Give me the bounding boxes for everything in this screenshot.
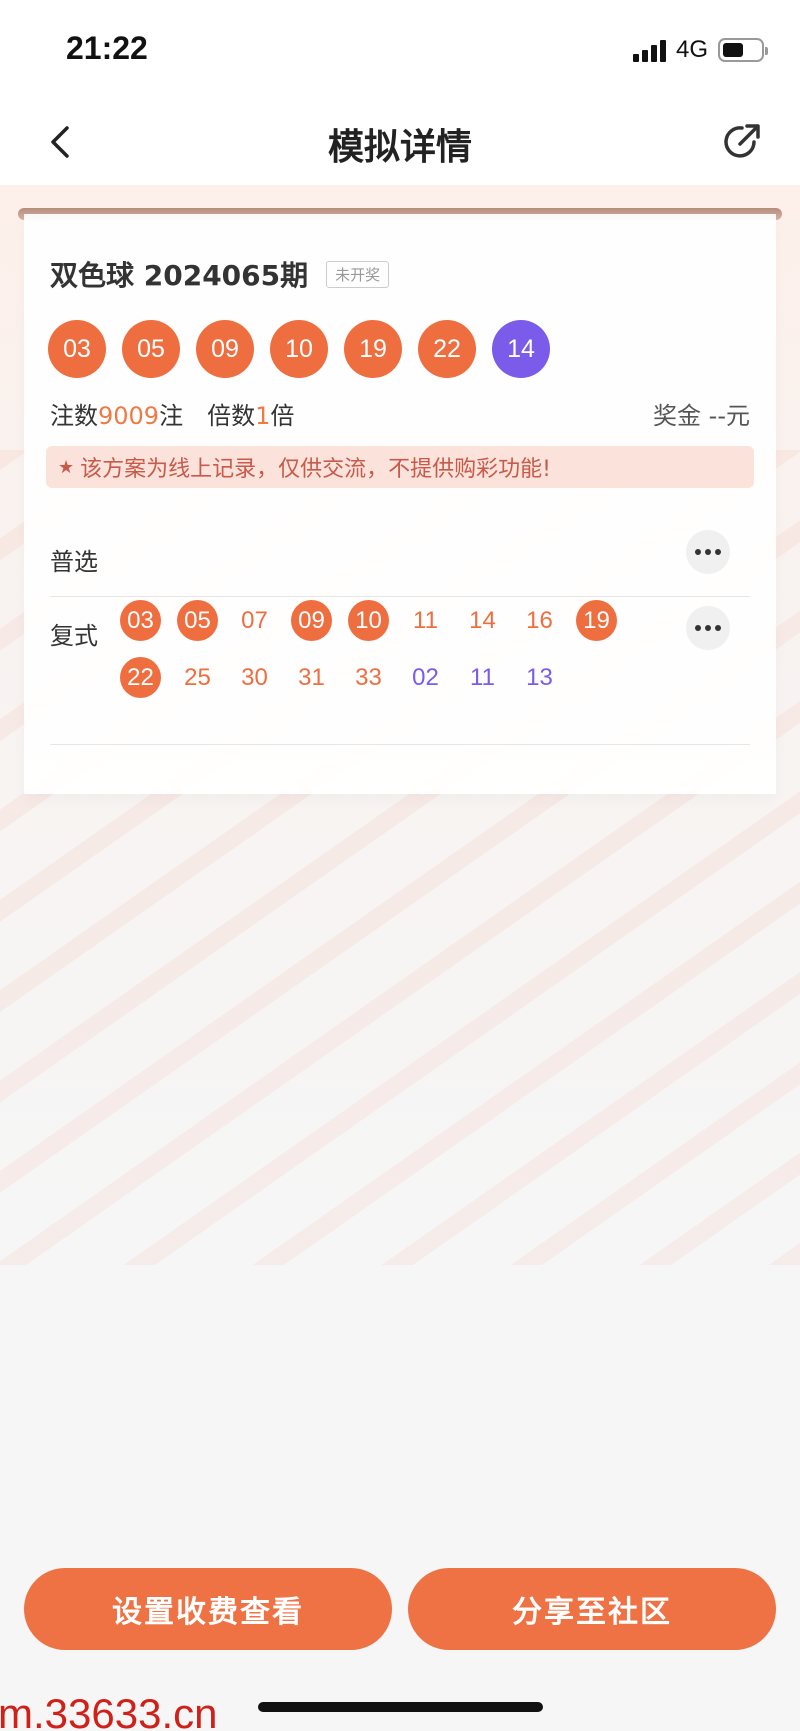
hit-number: 03 bbox=[120, 600, 161, 641]
bets-unit: 注 bbox=[159, 402, 184, 430]
blue-number: 13 bbox=[526, 663, 553, 691]
lottery-issue: 双色球 2024065期 bbox=[50, 259, 309, 292]
compound-more-button[interactable] bbox=[686, 606, 730, 650]
status-badge: 未开奖 bbox=[326, 260, 390, 288]
hit-number: 05 bbox=[177, 600, 218, 641]
red-number: 07 bbox=[241, 606, 268, 634]
home-indicator bbox=[258, 1702, 543, 1712]
share-community-button[interactable]: 分享至社区 bbox=[408, 1568, 776, 1650]
site-watermark: m.33633.cn bbox=[0, 1690, 218, 1731]
signal-icon bbox=[632, 38, 666, 62]
nav-bar: 模拟详情 bbox=[0, 100, 800, 185]
compound-label: 复式 bbox=[50, 622, 98, 650]
result-balls: 03 05 09 10 19 22 14 bbox=[48, 320, 550, 378]
red-number: 30 bbox=[241, 663, 268, 691]
ticket-header: 双色球 2024065期 未开奖 bbox=[50, 254, 390, 294]
bets-label: 注数 bbox=[50, 402, 98, 430]
status-time: 21:22 bbox=[66, 30, 148, 66]
blue-ball: 14 bbox=[492, 320, 550, 378]
multiple-label: 倍数 bbox=[207, 402, 256, 430]
bottom-actions: 设置收费查看 分享至社区 bbox=[24, 1568, 776, 1650]
set-fee-button[interactable]: 设置收费查看 bbox=[24, 1568, 392, 1650]
notice-bar: ★ 该方案为线上记录，仅供交流，不提供购彩功能! bbox=[46, 446, 754, 488]
status-indicators: 4G bbox=[632, 36, 768, 64]
divider bbox=[50, 596, 750, 597]
red-ball: 19 bbox=[344, 320, 402, 378]
red-number: 33 bbox=[355, 663, 382, 691]
hit-number: 09 bbox=[291, 600, 332, 641]
red-ball: 09 bbox=[196, 320, 254, 378]
bets-value: 9009 bbox=[98, 402, 160, 430]
red-ball: 10 bbox=[270, 320, 328, 378]
divider bbox=[50, 744, 750, 745]
multiple-unit: 倍 bbox=[270, 402, 295, 430]
bet-info: 注数9009注 倍数1倍 bbox=[50, 396, 294, 431]
status-bar: 21:22 4G bbox=[0, 0, 800, 100]
page-title: 模拟详情 bbox=[327, 127, 472, 168]
red-ball: 03 bbox=[48, 320, 106, 378]
prize-amount: 奖金 --元 bbox=[653, 402, 750, 430]
red-ball: 05 bbox=[122, 320, 180, 378]
star-icon: ★ bbox=[58, 456, 75, 478]
red-number: 31 bbox=[298, 663, 325, 691]
blue-number: 02 bbox=[412, 663, 439, 691]
share-icon[interactable] bbox=[720, 120, 764, 164]
blue-number: 11 bbox=[470, 663, 495, 691]
red-number: 11 bbox=[413, 606, 438, 634]
battery-icon bbox=[718, 38, 768, 62]
notice-text: 该方案为线上记录，仅供交流，不提供购彩功能! bbox=[80, 457, 551, 482]
hit-number: 10 bbox=[348, 600, 389, 641]
red-number: 16 bbox=[526, 606, 553, 634]
hit-number: 19 bbox=[576, 600, 617, 641]
ticket-card: 双色球 2024065期 未开奖 03 05 09 10 19 22 14 注数9009注倍… bbox=[24, 214, 776, 794]
hit-number: 22 bbox=[120, 657, 161, 698]
red-ball: 22 bbox=[418, 320, 476, 378]
more-options-button[interactable] bbox=[686, 530, 730, 574]
multiple-value: 1 bbox=[255, 402, 271, 430]
section-pick-label: 普选 bbox=[50, 548, 98, 576]
ticket-scalloped-edge bbox=[24, 786, 776, 802]
compound-numbers: 03 05 07 09 10 11 14 16 19 22 25 30 31 33 02 11 13 bbox=[120, 600, 640, 698]
red-number: 25 bbox=[184, 663, 211, 691]
network-label: 4G bbox=[675, 36, 708, 63]
red-number: 14 bbox=[469, 606, 496, 634]
